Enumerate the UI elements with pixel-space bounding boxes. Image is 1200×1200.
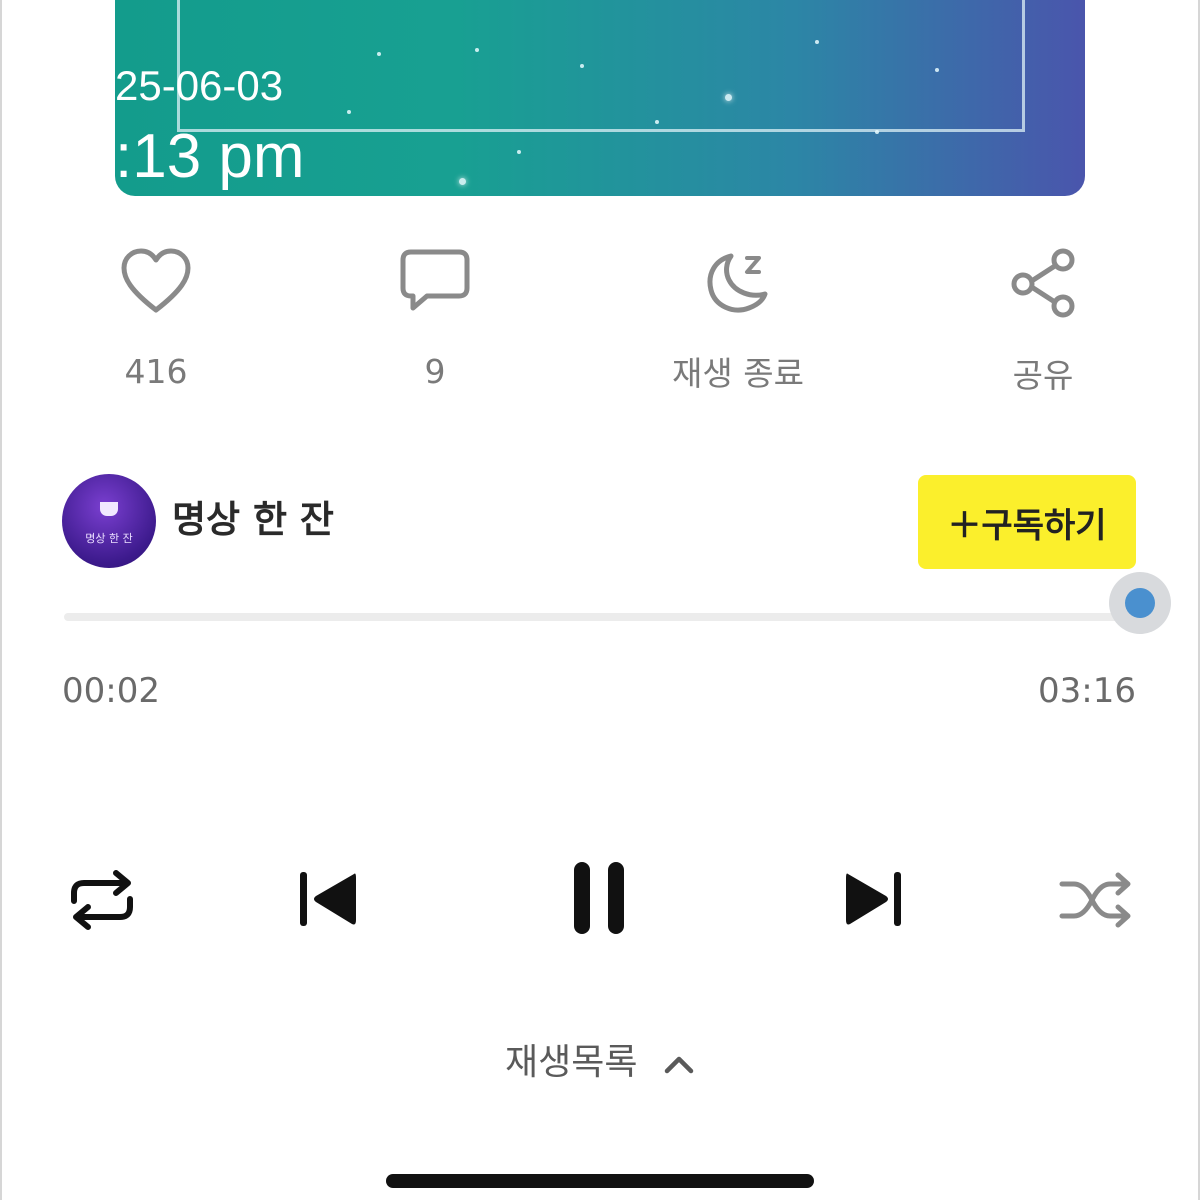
previous-icon <box>300 872 356 926</box>
star <box>377 52 381 56</box>
timestamp-time: :13 pm <box>115 122 305 191</box>
repeat-button[interactable] <box>66 865 138 939</box>
comment-count: 9 <box>424 352 446 391</box>
comment-button[interactable]: 9 <box>345 248 525 392</box>
channel-avatar[interactable]: 명상 한 잔 <box>62 474 156 568</box>
channel-name[interactable]: 명상 한 잔 <box>172 496 334 544</box>
moon-sleep-icon <box>707 253 768 313</box>
heart-icon <box>121 248 191 313</box>
star <box>459 178 466 185</box>
home-indicator[interactable] <box>386 1174 814 1188</box>
star <box>725 94 732 101</box>
star <box>815 40 819 44</box>
previous-button[interactable] <box>298 868 360 934</box>
next-button[interactable] <box>842 868 904 934</box>
share-label: 공유 <box>1012 356 1074 395</box>
star <box>875 130 879 134</box>
star <box>580 64 584 68</box>
sleep-timer-button[interactable]: 재생 종료 <box>648 248 828 394</box>
frame-border-left <box>0 0 2 1200</box>
next-icon <box>846 872 901 926</box>
coffee-cup-icon <box>100 502 118 516</box>
progress-knob[interactable] <box>1125 588 1155 618</box>
playlist-toggle[interactable]: 재생목록 <box>0 1040 1200 1086</box>
like-button[interactable]: 416 <box>66 248 246 392</box>
album-artwork: 25-06-03 :13 pm <box>115 0 1085 196</box>
sleep-timer-label: 재생 종료 <box>672 354 804 393</box>
playlist-label: 재생목록 <box>505 1042 638 1083</box>
shuffle-icon <box>1059 872 1131 928</box>
subscribe-button[interactable]: ＋구독하기 <box>918 475 1136 569</box>
timestamp-date: 25-06-03 <box>115 62 284 109</box>
star <box>517 150 521 154</box>
shuffle-button[interactable] <box>1058 870 1134 934</box>
star <box>935 68 939 72</box>
elapsed-time: 00:02 <box>62 671 160 711</box>
star <box>655 120 659 124</box>
artwork-frame <box>177 0 1025 132</box>
progress-track[interactable] <box>64 613 1124 621</box>
avatar-logo-text: 명상 한 잔 <box>85 532 133 545</box>
like-count: 416 <box>124 352 188 391</box>
star <box>347 110 351 114</box>
chevron-up-icon <box>664 1056 694 1074</box>
repeat-icon <box>71 870 133 930</box>
star <box>475 48 479 52</box>
share-icon <box>1011 248 1075 318</box>
comment-icon <box>400 249 470 311</box>
share-button[interactable]: 공유 <box>953 248 1133 396</box>
pause-icon <box>574 862 624 934</box>
total-time: 03:16 <box>1038 671 1136 711</box>
pause-button[interactable] <box>570 858 630 942</box>
